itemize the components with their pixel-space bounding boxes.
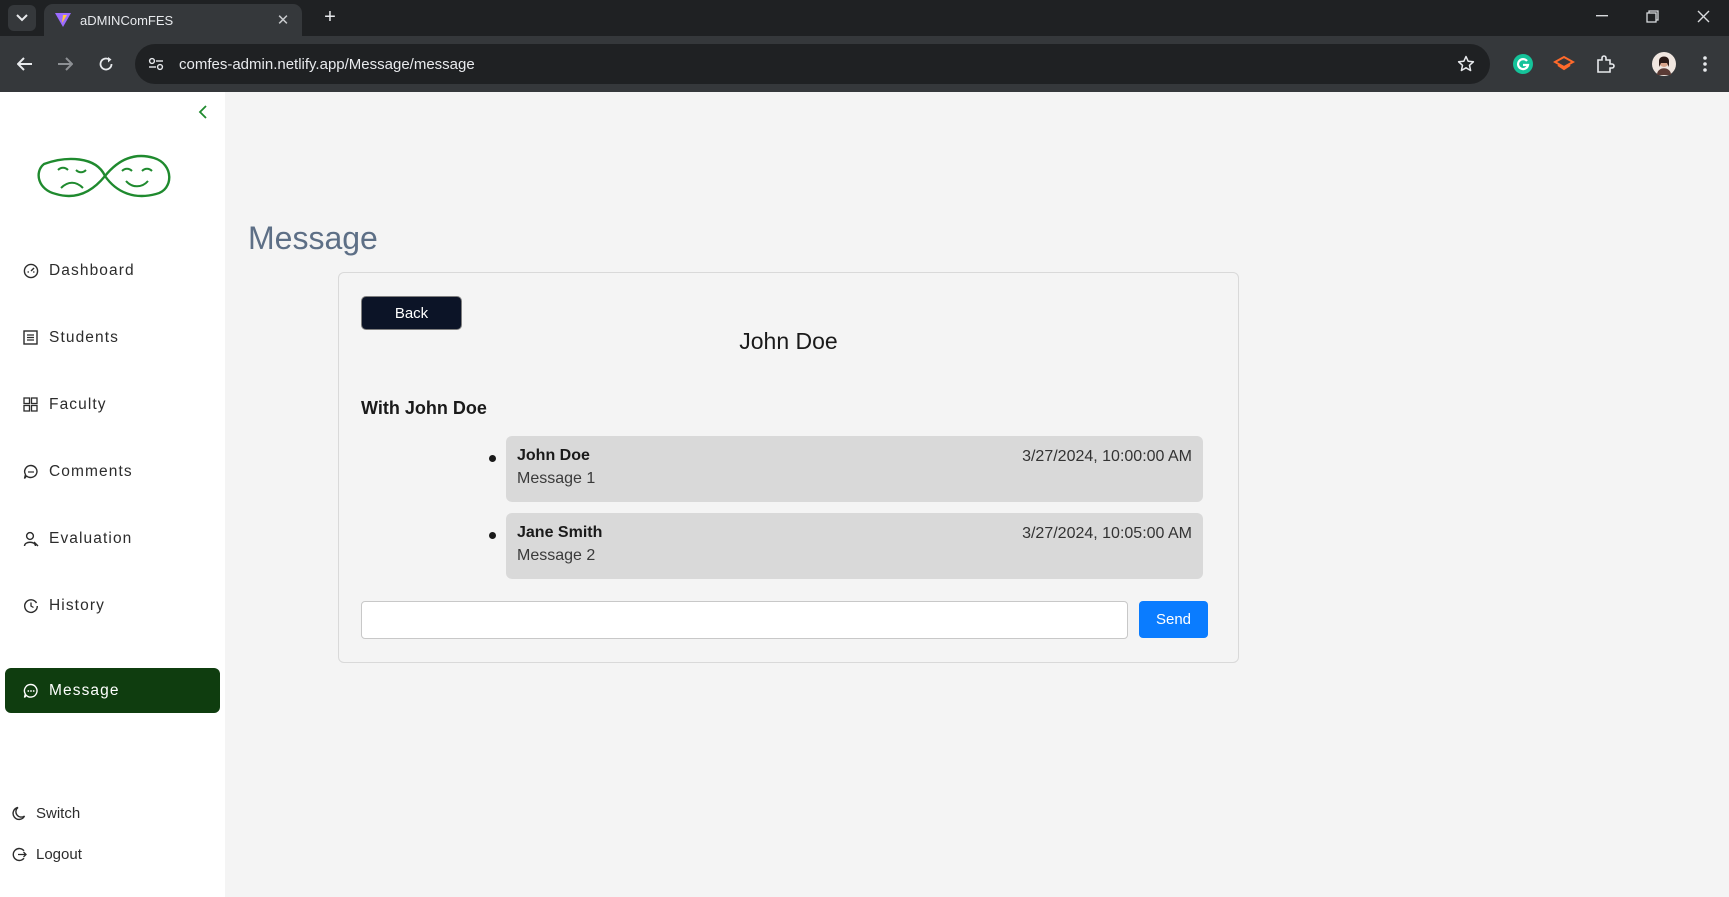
browser-menu-icon[interactable]	[1690, 49, 1720, 79]
vite-favicon-icon	[55, 13, 71, 27]
close-icon	[1697, 10, 1709, 22]
minimize-button[interactable]	[1576, 0, 1628, 32]
bullet-icon	[489, 532, 496, 539]
students-icon	[22, 329, 39, 346]
chevron-left-icon	[198, 105, 207, 119]
sidebar-item-label: Faculty	[49, 395, 107, 413]
sidebar-item-dashboard[interactable]: Dashboard	[5, 248, 220, 293]
switch-label: Switch	[36, 804, 81, 822]
grammarly-extension-icon[interactable]	[1508, 49, 1538, 79]
sidebar-item-message[interactable]: Message	[5, 668, 220, 713]
reload-icon	[99, 57, 113, 71]
reload-button[interactable]	[90, 48, 122, 80]
url-text: comfes-admin.netlify.app/Message/message	[179, 55, 475, 73]
sidebar: Dashboard Students Faculty Comments Eval…	[0, 92, 225, 897]
chevron-down-icon	[16, 14, 28, 22]
sidebar-item-label: Dashboard	[49, 261, 135, 279]
sidebar-item-label: Message	[49, 681, 120, 699]
chat-card: Back John Doe With John Doe John Doe 3/2…	[338, 272, 1239, 663]
sidebar-item-label: Evaluation	[49, 529, 133, 547]
site-info-icon[interactable]	[141, 49, 171, 79]
sidebar-item-comments[interactable]: Comments	[5, 449, 220, 494]
evaluation-icon	[22, 530, 39, 547]
message-timestamp: 3/27/2024, 10:05:00 AM	[1022, 525, 1192, 542]
message-text: Message 1	[517, 470, 596, 487]
message-text: Message 2	[517, 547, 596, 564]
message-icon	[22, 682, 39, 699]
tab-close-icon[interactable]: ✕	[274, 11, 292, 29]
forward-nav-button[interactable]	[49, 48, 81, 80]
close-window-button[interactable]	[1677, 0, 1729, 32]
list-item: John Doe 3/27/2024, 10:00:00 AM Message …	[489, 436, 1203, 502]
conversation-heading: With John Doe	[361, 398, 487, 418]
sidebar-item-evaluation[interactable]: Evaluation	[5, 516, 220, 561]
page-title: Message	[248, 220, 378, 256]
browser-toolbar: comfes-admin.netlify.app/Message/message	[0, 36, 1729, 92]
extensions-puzzle-icon[interactable]	[1590, 49, 1620, 79]
dashboard-icon	[22, 262, 39, 279]
arrow-left-icon	[17, 57, 32, 71]
sidebar-item-faculty[interactable]: Faculty	[5, 382, 220, 427]
message-bubble: Jane Smith 3/27/2024, 10:05:00 AM Messag…	[506, 513, 1203, 579]
back-nav-button[interactable]	[9, 48, 41, 80]
address-bar[interactable]: comfes-admin.netlify.app/Message/message	[135, 44, 1490, 84]
bullet-icon	[489, 455, 496, 462]
collapse-sidebar-button[interactable]	[193, 102, 213, 122]
message-bubble: John Doe 3/27/2024, 10:00:00 AM Message …	[506, 436, 1203, 502]
history-icon	[22, 597, 39, 614]
sidebar-item-label: Students	[49, 328, 119, 346]
shield-extension-icon[interactable]	[1549, 49, 1579, 79]
moon-icon	[11, 805, 27, 821]
profile-avatar-icon[interactable]	[1649, 49, 1679, 79]
comments-icon	[22, 463, 39, 480]
new-tab-button[interactable]: +	[318, 4, 342, 30]
message-list: John Doe 3/27/2024, 10:00:00 AM Message …	[489, 436, 1203, 590]
theme-switch-button[interactable]: Switch	[11, 802, 80, 824]
arrow-right-icon	[58, 57, 73, 71]
logout-button[interactable]: Logout	[11, 843, 82, 865]
chat-partner-name: John Doe	[739, 328, 838, 354]
message-timestamp: 3/27/2024, 10:00:00 AM	[1022, 448, 1192, 465]
minimize-icon	[1596, 15, 1608, 17]
sidebar-item-history[interactable]: History	[5, 583, 220, 628]
list-item: Jane Smith 3/27/2024, 10:05:00 AM Messag…	[489, 513, 1203, 579]
restore-button[interactable]	[1626, 0, 1678, 32]
back-button[interactable]: Back	[361, 296, 462, 330]
sidebar-item-students[interactable]: Students	[5, 315, 220, 360]
comfes-logo	[37, 154, 171, 198]
message-input[interactable]	[361, 601, 1128, 639]
browser-tab-active[interactable]: aDMINComFES ✕	[44, 4, 302, 36]
tab-title: aDMINComFES	[80, 12, 174, 28]
browser-tab-bar: aDMINComFES ✕ +	[0, 0, 1729, 36]
send-button[interactable]: Send	[1139, 601, 1208, 638]
restore-icon	[1645, 9, 1659, 23]
sidebar-item-label: History	[49, 596, 105, 614]
faculty-icon	[22, 396, 39, 413]
logout-icon	[11, 846, 27, 862]
tab-search-button[interactable]	[8, 5, 36, 31]
logout-label: Logout	[36, 845, 82, 863]
bookmark-star-icon[interactable]	[1448, 46, 1484, 82]
sidebar-item-label: Comments	[49, 462, 133, 480]
